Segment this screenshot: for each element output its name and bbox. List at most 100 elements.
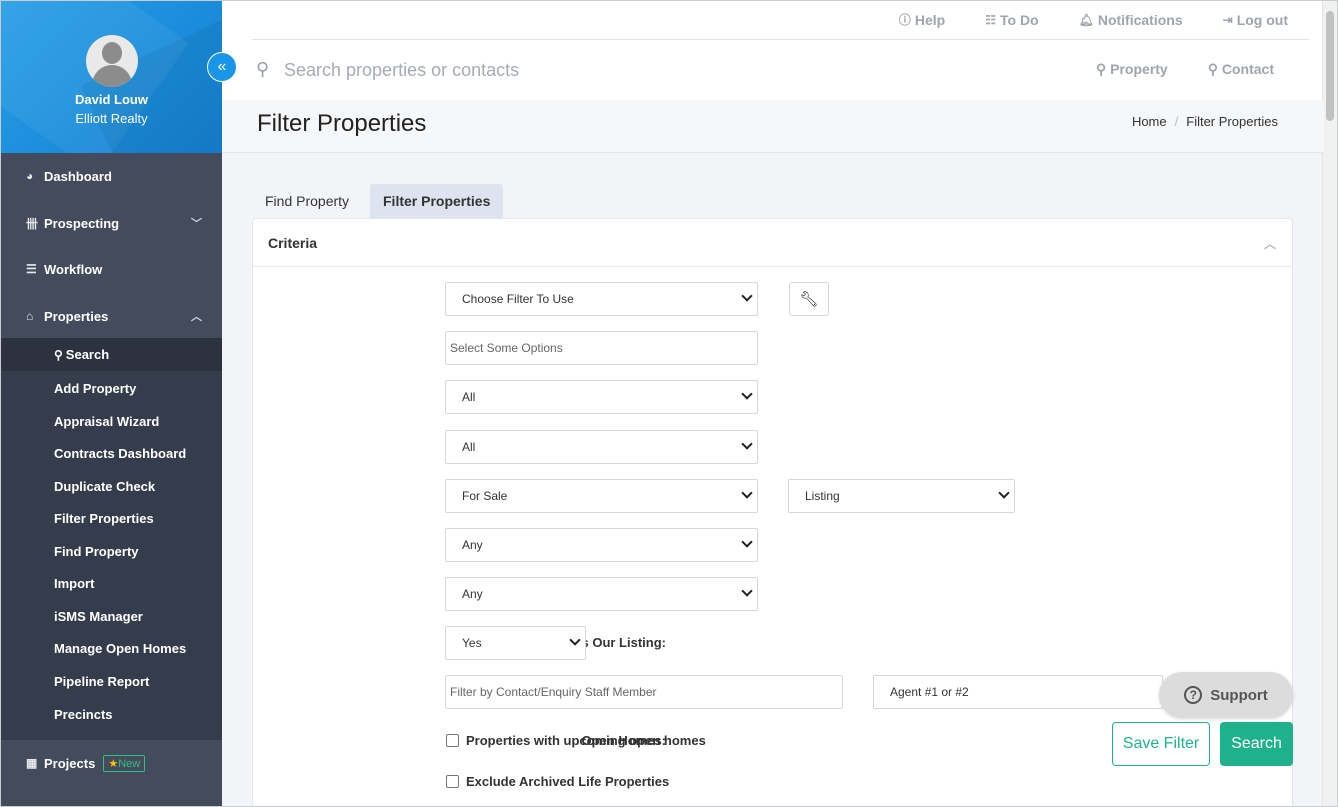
criteria-title: Criteria [268, 234, 318, 251]
top-header: ⓘ Help ☷ To Do 🔔︎ Notifications ⇥ Log out ⚲ … [222, 1, 1324, 100]
top-links: ⓘ Help ☷ To Do 🔔︎ Notifications ⇥ Log out [899, 11, 1288, 28]
submenu-item-import[interactable]: Import [1, 567, 222, 600]
submenu-item-appraisal-wizard[interactable]: Appraisal Wizard [1, 405, 222, 438]
submenu-item-add-property[interactable]: Add Property [1, 372, 222, 405]
submenu-item-filter-properties[interactable]: Filter Properties [1, 502, 222, 535]
tab-filter-properties[interactable]: Filter Properties [370, 184, 504, 218]
authority-select[interactable]: Any [445, 577, 758, 611]
header-divider [252, 39, 1309, 40]
chevron-down-icon: ﹀ [191, 218, 202, 230]
dashboard-icon: ◕ [26, 169, 34, 183]
method-of-sale-select[interactable]: Any [445, 528, 758, 562]
new-badge-label: New [118, 757, 141, 770]
notifications-label: Notifications [1097, 11, 1183, 28]
sidebar-item-properties[interactable]: ⌂ Properties ︿ [1, 296, 222, 336]
submenu-item-label: Pipeline Report [54, 674, 150, 689]
submenu-item-pipeline-report[interactable]: Pipeline Report [1, 665, 222, 698]
submenu-item-contracts-dashboard[interactable]: Contracts Dashboard [1, 437, 222, 470]
submenu-item-label: Contracts Dashboard [54, 446, 187, 461]
logout-link[interactable]: ⇥ Log out [1223, 11, 1288, 28]
contact-search-link[interactable]: ⚲ Contact [1208, 61, 1274, 78]
sidebar-item-label: Properties [44, 308, 109, 324]
notifications-link[interactable]: 🔔︎ Notifications [1079, 11, 1183, 28]
app-window: David Louw Elliott Realty ◕ Dashboard 卌 … [0, 0, 1338, 807]
checklist-icon: ☷ [985, 12, 996, 27]
checkbox-box[interactable] [446, 775, 459, 788]
criteria-header[interactable]: Criteria ︿ [253, 219, 1292, 267]
sidebar-item-prospecting[interactable]: 卌 Prospecting ﹀ [1, 203, 222, 243]
submenu-item-isms-manager[interactable]: iSMS Manager [1, 600, 222, 633]
submenu-item-label: Import [54, 576, 95, 591]
agent-role-select[interactable]: Agent #1 or #2 [873, 675, 1163, 709]
chevron-down-icon [741, 438, 753, 450]
question-icon: ? [1184, 686, 1203, 704]
submenu-item-search[interactable]: ⚲ Search [1, 338, 222, 371]
submenu-item-label: iSMS Manager [54, 609, 143, 624]
scrollbar[interactable] [1322, 1, 1337, 806]
checkbox-box[interactable] [446, 734, 459, 747]
todo-link[interactable]: ☷ To Do [985, 11, 1038, 28]
search-icon: ⚲ [1207, 61, 1222, 77]
search-button[interactable]: Search [1220, 722, 1293, 766]
branch-select[interactable]: All [445, 380, 758, 414]
quick-search-links: ⚲ Property ⚲ Contact [1096, 61, 1274, 78]
agent-placeholder: Filter by Contact/Enquiry Staff Member [450, 685, 657, 699]
global-search-input[interactable] [284, 57, 784, 83]
chevron-down-icon [741, 290, 753, 302]
submenu-item-label: Precincts [54, 707, 113, 722]
chevron-up-icon[interactable]: ︿ [1264, 235, 1276, 252]
user-company: Elliott Realty [75, 111, 148, 126]
tab-find-property[interactable]: Find Property [252, 184, 362, 218]
chevron-down-icon [741, 388, 753, 400]
sale-type-select[interactable]: For Sale [445, 479, 758, 513]
submenu-item-label: Filter Properties [54, 511, 154, 526]
submenu-item-label: Appraisal Wizard [54, 414, 160, 429]
sidebar: David Louw Elliott Realty ◕ Dashboard 卌 … [1, 1, 222, 806]
breadcrumb-home[interactable]: Home [1132, 114, 1167, 129]
avatar[interactable] [86, 35, 138, 87]
support-button[interactable]: ? Support [1159, 672, 1293, 718]
property-search-link[interactable]: ⚲ Property [1096, 61, 1168, 78]
sidebar-item-dashboard[interactable]: ◕ Dashboard [1, 156, 222, 196]
is-our-listing-select[interactable]: Yes [445, 626, 586, 660]
office-multiselect[interactable]: Select Some Options [445, 331, 758, 365]
logout-label: Log out [1236, 11, 1288, 28]
listing-type-select[interactable]: Listing [788, 479, 1015, 513]
saved-filter-select[interactable]: Choose Filter To Use [445, 282, 758, 316]
checkbox-label: Properties with upcoming open homes [466, 733, 706, 748]
building-icon: ▦ [26, 756, 38, 770]
manage-filters-button[interactable]: 🔧︎ [789, 282, 829, 316]
chevron-down-icon [741, 487, 753, 499]
help-label: Help [914, 11, 946, 28]
help-link[interactable]: ⓘ Help [899, 11, 945, 28]
page-title: Filter Properties [257, 110, 427, 137]
collapse-sidebar-button[interactable]: « [207, 52, 237, 82]
save-filter-button[interactable]: Save Filter [1112, 722, 1210, 766]
submenu-item-precincts[interactable]: Precincts [1, 698, 222, 731]
is-our-listing-value: Yes [462, 636, 482, 650]
chevron-down-icon [741, 585, 753, 597]
star-icon: ★ [108, 757, 119, 770]
contact-link-label: Contact [1221, 61, 1274, 77]
listing-type-value: Listing [805, 489, 840, 503]
submenu-item-find-property[interactable]: Find Property [1, 535, 222, 568]
chevron-down-icon [569, 634, 581, 646]
upcoming-open-homes-checkbox[interactable]: Properties with upcoming open homes [446, 733, 706, 748]
chevron-down-icon [741, 536, 753, 548]
sidebar-item-label: Projects [44, 755, 96, 771]
submenu-item-manage-open-homes[interactable]: Manage Open Homes [1, 632, 222, 665]
scrollbar-thumb[interactable] [1326, 11, 1334, 121]
sidebar-item-label: Dashboard [44, 168, 112, 184]
agent-input[interactable]: Filter by Contact/Enquiry Staff Member [445, 675, 843, 709]
submenu-item-duplicate-check[interactable]: Duplicate Check [1, 470, 222, 503]
info-icon: ⓘ [898, 13, 911, 27]
double-chevron-left-icon: « [217, 58, 227, 75]
authority-value: Any [462, 587, 483, 601]
property-class-select[interactable]: All [445, 430, 758, 464]
exclude-archived-checkbox[interactable]: Exclude Archived Life Properties [446, 774, 669, 789]
search-icon: ⚲ [256, 59, 270, 79]
sidebar-item-workflow[interactable]: ☰ Workflow [1, 249, 222, 289]
breadcrumb: Home / Filter Properties [1132, 114, 1278, 129]
sidebar-item-projects[interactable]: ▦ Projects ★New [1, 743, 222, 783]
wrench-icon: 🔧︎ [799, 291, 819, 308]
